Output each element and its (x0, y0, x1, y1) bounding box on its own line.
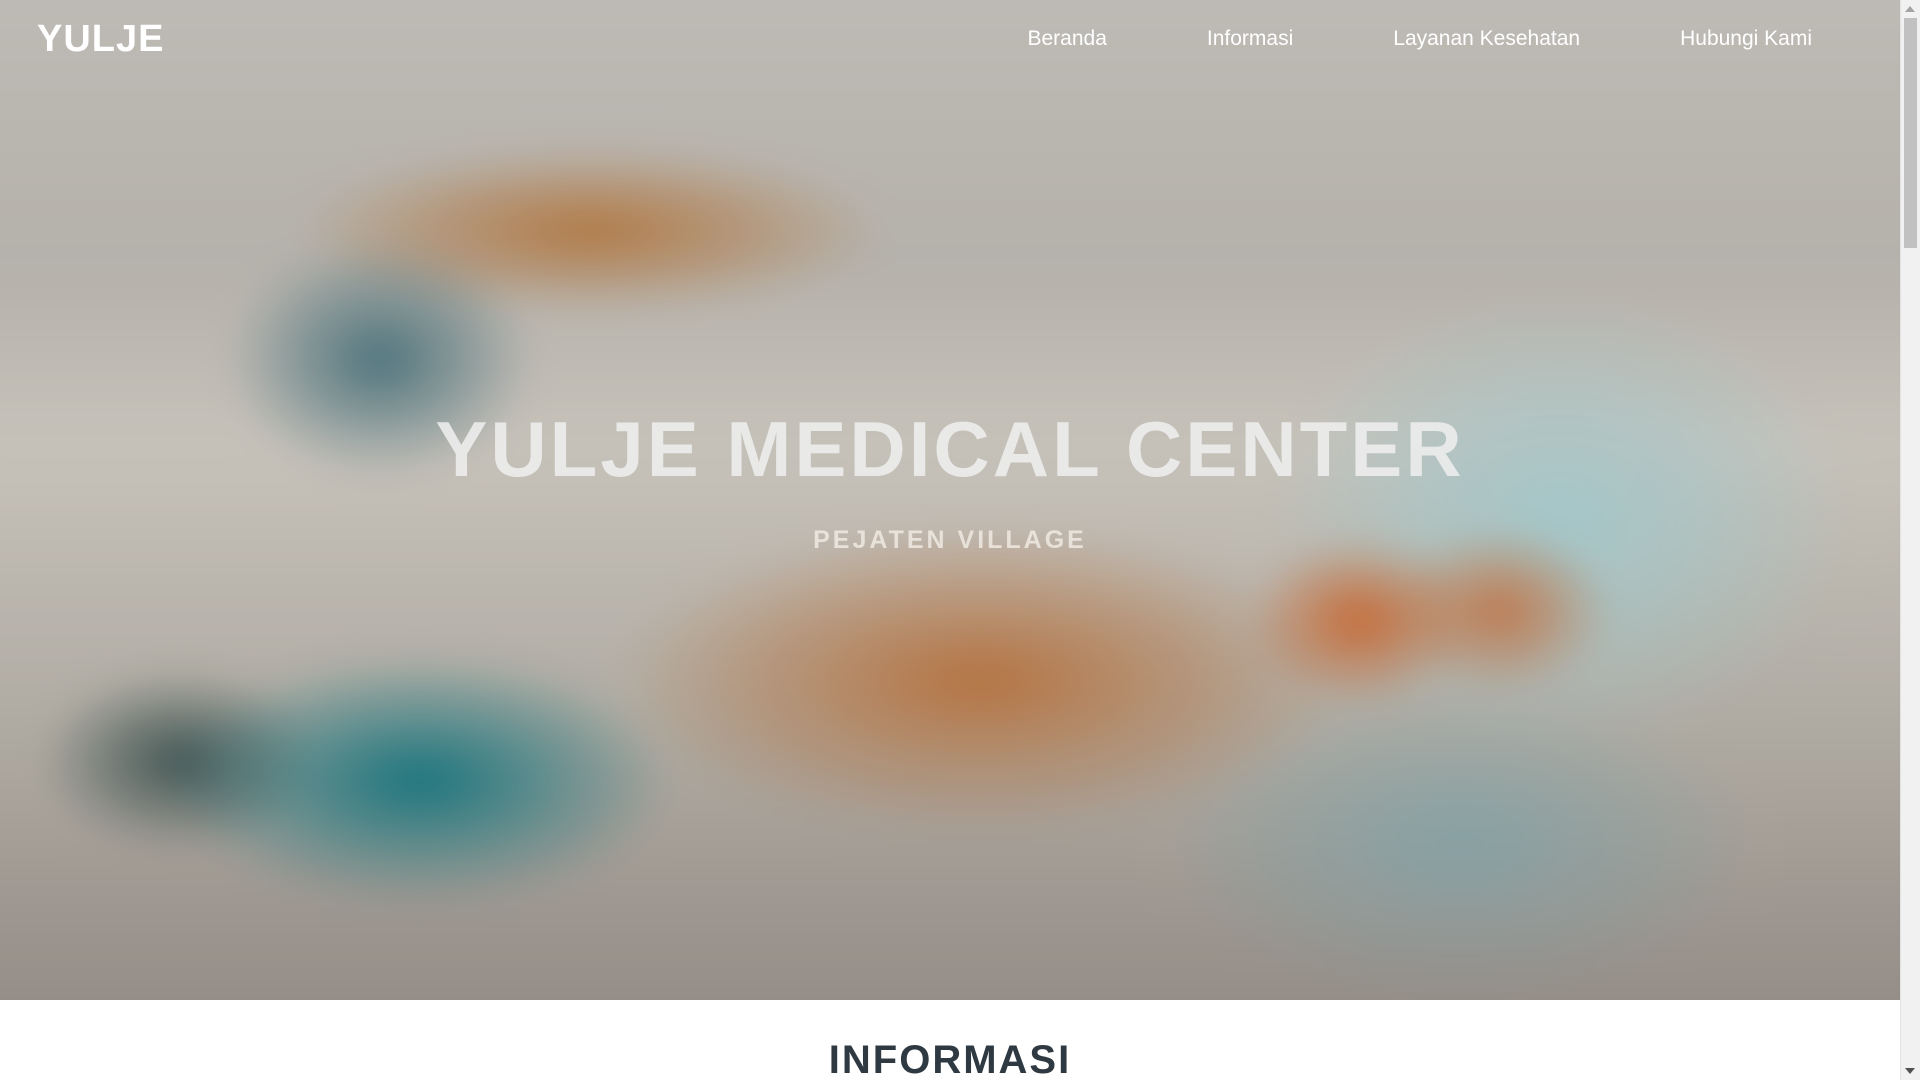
nav-link-layanan-kesehatan[interactable]: Layanan Kesehatan (1393, 27, 1580, 51)
scroll-thumb[interactable] (1904, 18, 1917, 248)
hero-title: YULJE MEDICAL CENTER (435, 405, 1465, 493)
hero-section: YULJE MEDICAL CENTER PEJATEN VILLAGE (0, 0, 1900, 1000)
top-navbar: YULJE Beranda Informasi Layanan Kesehata… (0, 0, 1900, 82)
hero-subtitle: PEJATEN VILLAGE (813, 526, 1087, 554)
nav-link-hubungi-kami[interactable]: Hubungi Kami (1680, 27, 1812, 51)
hero-text-block: YULJE MEDICAL CENTER PEJATEN VILLAGE (0, 404, 1900, 555)
scroll-up-arrow-icon[interactable] (1905, 6, 1915, 12)
nav-link-beranda[interactable]: Beranda (1028, 27, 1107, 51)
brand-logo[interactable]: YULJE (37, 18, 164, 61)
page-scrollbar[interactable] (1900, 0, 1920, 1080)
nav-link-informasi[interactable]: Informasi (1207, 27, 1293, 51)
nav-links: Beranda Informasi Layanan Kesehatan Hubu… (1028, 27, 1813, 51)
informasi-section-heading: INFORMASI (828, 1038, 1072, 1082)
scroll-down-arrow-icon[interactable] (1905, 1068, 1915, 1074)
